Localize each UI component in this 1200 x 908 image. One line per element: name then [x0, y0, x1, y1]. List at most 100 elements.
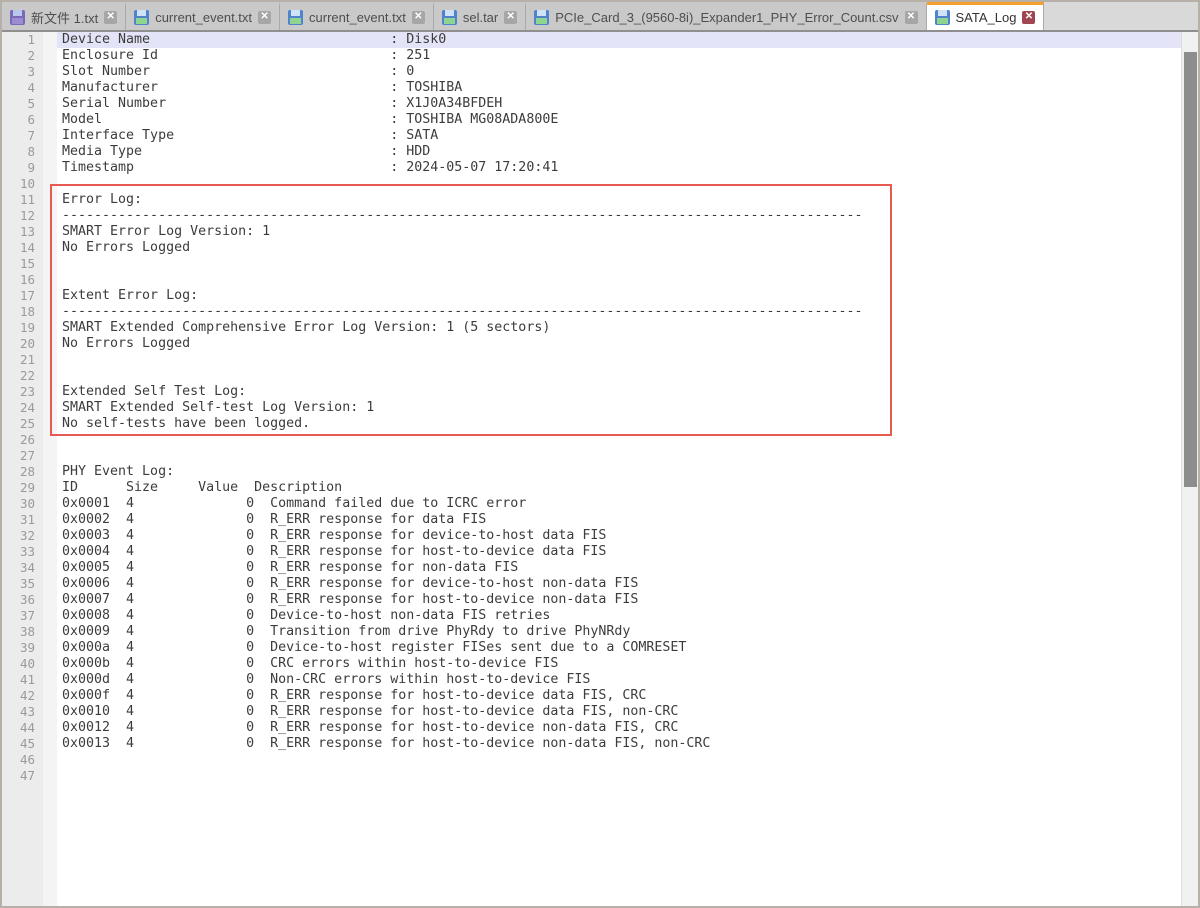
editor-line[interactable]: 300x0001 4 0 Command failed due to ICRC …	[2, 496, 1181, 512]
line-text: Enclosure Id : 251	[57, 48, 1181, 64]
floppy-disk-icon	[10, 10, 25, 25]
tab-6[interactable]: SATA_Log✕	[927, 2, 1045, 30]
line-number: 44	[2, 720, 43, 736]
line-text	[57, 256, 1181, 272]
editor-line[interactable]: 390x000a 4 0 Device-to-host register FIS…	[2, 640, 1181, 656]
line-number: 19	[2, 320, 43, 336]
tab-1[interactable]: 新文件 1.txt✕	[2, 2, 126, 30]
margin-gap	[43, 608, 57, 624]
tab-label: current_event.txt	[309, 10, 406, 25]
line-text	[57, 352, 1181, 368]
editor-line[interactable]: 400x000b 4 0 CRC errors within host-to-d…	[2, 656, 1181, 672]
editor-line[interactable]: 410x000d 4 0 Non-CRC errors within host-…	[2, 672, 1181, 688]
line-number: 38	[2, 624, 43, 640]
editor-line[interactable]: 23Extended Self Test Log:	[2, 384, 1181, 400]
scrollbar-thumb[interactable]	[1184, 52, 1197, 487]
tab-4[interactable]: sel.tar ✕	[434, 2, 526, 30]
editor-line[interactable]: 7Interface Type : SATA	[2, 128, 1181, 144]
editor-line[interactable]: 47	[2, 768, 1181, 784]
editor-line[interactable]: 450x0013 4 0 R_ERR response for host-to-…	[2, 736, 1181, 752]
editor-line[interactable]: 33 0x0004 4 0 R_ERR response for host-to-…	[2, 544, 1181, 560]
floppy-disk-icon	[288, 10, 303, 25]
line-number: 11	[2, 192, 43, 208]
editor-line[interactable]: 25No self-tests have been logged.	[2, 416, 1181, 432]
line-number: 32	[2, 528, 43, 544]
editor-line[interactable]: 360x0007 4 0 R_ERR response for host-to-…	[2, 592, 1181, 608]
editor-line[interactable]: 21	[2, 352, 1181, 368]
margin-gap	[43, 304, 57, 320]
line-text: Error Log:	[57, 192, 1181, 208]
close-icon[interactable]: ✕	[104, 11, 117, 24]
editor-line[interactable]: 38 0x0009 4 0 Transition from drive PhyRd…	[2, 624, 1181, 640]
margin-gap	[43, 416, 57, 432]
editor-line[interactable]: 19SMART Extended Comprehensive Error Log…	[2, 320, 1181, 336]
margin-gap	[43, 544, 57, 560]
editor-line[interactable]: 27	[2, 448, 1181, 464]
editor-line[interactable]: 340x0005 4 0 R_ERR response for non-data…	[2, 560, 1181, 576]
margin-gap	[43, 768, 57, 784]
editor-line[interactable]: 430x0010 4 0 R_ERR response for host-to-…	[2, 704, 1181, 720]
line-text	[57, 272, 1181, 288]
editor-line[interactable]: 310x0002 4 0 R_ERR response for data FIS	[2, 512, 1181, 528]
editor-line[interactable]: 26	[2, 432, 1181, 448]
margin-gap	[43, 64, 57, 80]
editor-pane[interactable]: 1Device Name : Disk02Enclosure Id : 2513…	[2, 32, 1198, 906]
editor-line[interactable]: 11 Error Log:	[2, 192, 1181, 208]
line-text: Timestamp : 2024-05-07 17:20:41	[57, 160, 1181, 176]
editor-line[interactable]: 6Model : TOSHIBA MG08ADA800E	[2, 112, 1181, 128]
editor-content[interactable]: 1Device Name : Disk02Enclosure Id : 2513…	[2, 32, 1181, 784]
editor-line[interactable]: 9 Timestamp : 2024-05-07 17:20:41	[2, 160, 1181, 176]
editor-line[interactable]: 320x0003 4 0 R_ERR response for device-t…	[2, 528, 1181, 544]
editor-line[interactable]: 12--------------------------------------…	[2, 208, 1181, 224]
editor-line[interactable]: 1Device Name : Disk0	[2, 32, 1181, 48]
line-number: 27	[2, 448, 43, 464]
line-text: No self-tests have been logged.	[57, 416, 1181, 432]
tab-label: sel.tar	[463, 10, 498, 25]
editor-line[interactable]: 20No Errors Logged	[2, 336, 1181, 352]
editor-line[interactable]: 46	[2, 752, 1181, 768]
line-text: Model : TOSHIBA MG08ADA800E	[57, 112, 1181, 128]
close-icon[interactable]: ✕	[258, 11, 271, 24]
line-number: 33	[2, 544, 43, 560]
editor-line[interactable]: 5Serial Number : X1J0A34BFDEH	[2, 96, 1181, 112]
editor-line[interactable]: 18--------------------------------------…	[2, 304, 1181, 320]
tab-2[interactable]: current_event.txt✕	[126, 2, 280, 30]
tab-5[interactable]: PCIe_Card_3_(9560-8i)_Expander1_PHY_Erro…	[526, 2, 926, 30]
editor-line[interactable]: 440x0012 4 0 R_ERR response for host-to-…	[2, 720, 1181, 736]
editor-line[interactable]: 2Enclosure Id : 251	[2, 48, 1181, 64]
line-text: ID Size Value Description	[57, 480, 1181, 496]
close-icon[interactable]: ✕	[905, 11, 918, 24]
line-number: 9	[2, 160, 43, 176]
editor-line[interactable]: 420x000f 4 0 R_ERR response for host-to-…	[2, 688, 1181, 704]
editor-line[interactable]: 350x0006 4 0 R_ERR response for device-t…	[2, 576, 1181, 592]
close-icon[interactable]: ✕	[412, 11, 425, 24]
editor-line[interactable]: 15	[2, 256, 1181, 272]
editor-line[interactable]: 29 ID Size Value Description	[2, 480, 1181, 496]
line-text: 0x0009 4 0 Transition from drive PhyRdy …	[57, 624, 1181, 640]
editor-line[interactable]: 8Media Type : HDD	[2, 144, 1181, 160]
editor-line[interactable]: 3Slot Number : 0	[2, 64, 1181, 80]
margin-gap	[43, 384, 57, 400]
floppy-disk-icon	[935, 10, 950, 25]
editor-line[interactable]: 22	[2, 368, 1181, 384]
line-number: 3	[2, 64, 43, 80]
line-number: 24	[2, 400, 43, 416]
editor-line[interactable]: 4Manufacturer : TOSHIBA	[2, 80, 1181, 96]
line-text: 0x000b 4 0 CRC errors within host-to-dev…	[57, 656, 1181, 672]
tab-3[interactable]: current_event.txt ✕	[280, 2, 434, 30]
editor-line[interactable]: 370x0008 4 0 Device-to-host non-data FIS…	[2, 608, 1181, 624]
editor-line[interactable]: 28PHY Event Log:	[2, 464, 1181, 480]
editor-line[interactable]: 14No Errors Logged	[2, 240, 1181, 256]
vertical-scrollbar[interactable]	[1181, 32, 1198, 906]
close-icon[interactable]: ✕	[504, 11, 517, 24]
editor-line[interactable]: 10	[2, 176, 1181, 192]
editor-line[interactable]: 17Extent Error Log:	[2, 288, 1181, 304]
close-icon[interactable]: ✕	[1022, 11, 1035, 24]
line-number: 29	[2, 480, 43, 496]
line-text: 0x0005 4 0 R_ERR response for non-data F…	[57, 560, 1181, 576]
editor-line[interactable]: 16	[2, 272, 1181, 288]
editor-line[interactable]: 13SMART Error Log Version: 1	[2, 224, 1181, 240]
tab-label: PCIe_Card_3_(9560-8i)_Expander1_PHY_Erro…	[555, 10, 898, 25]
editor-line[interactable]: 24SMART Extended Self-test Log Version: …	[2, 400, 1181, 416]
line-text: 0x0004 4 0 R_ERR response for host-to-de…	[57, 544, 1181, 560]
